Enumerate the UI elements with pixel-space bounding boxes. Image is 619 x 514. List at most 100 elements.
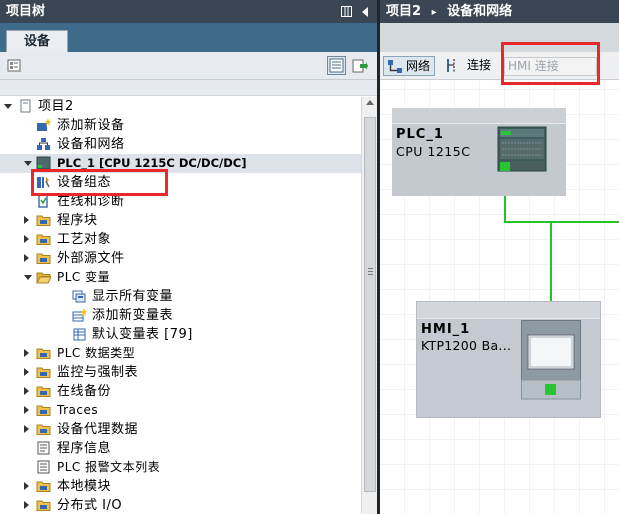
- plc-module-icon: [497, 126, 547, 172]
- folder-icon: [36, 498, 51, 512]
- network-view-button[interactable]: 网络: [383, 56, 435, 76]
- alarm-text-icon: [36, 460, 51, 474]
- expanded-arrow-icon[interactable]: [4, 104, 12, 109]
- tag-table-icon: [72, 327, 87, 341]
- devices-networks-editor: 项目2 ▸ 设备和网络 网络 连接 HMI 连接 PLC_1 CPU 1215C…: [380, 0, 619, 514]
- tree-item[interactable]: 本地模块: [0, 477, 361, 496]
- breadcrumb-project: 项目2: [386, 4, 422, 19]
- tree-item[interactable]: PLC 报警文本列表: [0, 458, 361, 477]
- tree-item[interactable]: 设备和网络: [0, 135, 361, 154]
- tree-item[interactable]: 项目2: [0, 97, 361, 116]
- tree-scrollbar[interactable]: [361, 97, 377, 514]
- hmi-panel-icon: [521, 320, 581, 400]
- tree-item-label: 项目2: [38, 99, 74, 114]
- tree-item[interactable]: 程序信息: [0, 439, 361, 458]
- properties-icon[interactable]: [5, 56, 24, 75]
- tree-item[interactable]: PLC_1 [CPU 1215C DC/DC/DC]: [0, 154, 361, 173]
- folder-icon: [36, 232, 51, 246]
- device-config-icon: [36, 175, 51, 189]
- collapse-panel-icon[interactable]: [361, 0, 369, 23]
- tree-item[interactable]: 设备代理数据: [0, 420, 361, 439]
- collapsed-arrow-icon[interactable]: [24, 368, 29, 376]
- editor-view-tabbar: [380, 23, 619, 52]
- tree-item[interactable]: PLC 数据类型: [0, 344, 361, 363]
- tab-devices[interactable]: 设备: [6, 30, 68, 52]
- tree-item-label: PLC 变量: [57, 270, 111, 284]
- tree-item-label: 在线和诊断: [57, 194, 125, 209]
- collapsed-arrow-icon[interactable]: [24, 406, 29, 414]
- project-tree-tabbar: 设备: [0, 23, 377, 52]
- collapsed-arrow-icon[interactable]: [24, 387, 29, 395]
- show-tags-icon: [72, 289, 87, 303]
- tree-item-label: 程序信息: [57, 441, 112, 456]
- tree-item[interactable]: 程序块: [0, 211, 361, 230]
- program-info-icon: [36, 441, 51, 455]
- expanded-arrow-icon[interactable]: [24, 161, 32, 166]
- breadcrumb-view: 设备和网络: [447, 4, 513, 19]
- tree-item[interactable]: Traces: [0, 401, 361, 420]
- collapsed-arrow-icon[interactable]: [24, 482, 29, 490]
- collapsed-arrow-icon[interactable]: [24, 425, 29, 433]
- tree-item[interactable]: 在线备份: [0, 382, 361, 401]
- export-icon[interactable]: [350, 56, 369, 75]
- scroll-thumb[interactable]: [364, 117, 376, 492]
- tree-item[interactable]: PLC 变量: [0, 268, 361, 287]
- scroll-grip-icon: [368, 268, 373, 275]
- tree-item-label: 在线备份: [57, 384, 112, 399]
- tree-item-label: 显示所有变量: [92, 289, 174, 304]
- tree-item-label: 设备组态: [57, 175, 112, 190]
- network-button-label: 网络: [406, 59, 431, 73]
- network-canvas[interactable]: PLC_1 CPU 1215C HMI_1 KTP1200 Ba...: [380, 81, 619, 514]
- tree-item[interactable]: 在线和诊断: [0, 192, 361, 211]
- tree-item[interactable]: 设备组态: [0, 173, 361, 192]
- folder-icon: [36, 213, 51, 227]
- editor-title-bar: 项目2 ▸ 设备和网络: [380, 0, 619, 23]
- tree-item-label: 本地模块: [57, 479, 112, 494]
- online-diagnostics-icon: [36, 194, 51, 208]
- project-tree-toolbar: [0, 52, 377, 80]
- collapsed-arrow-icon[interactable]: [24, 235, 29, 243]
- panel-layout-icon[interactable]: [341, 0, 352, 23]
- folder-icon: [36, 422, 51, 436]
- add-tag-table-icon: [72, 308, 87, 322]
- network-icon: [388, 60, 402, 73]
- hmi-device-card[interactable]: HMI_1 KTP1200 Ba...: [416, 301, 601, 418]
- project-icon: [18, 99, 33, 113]
- collapsed-arrow-icon[interactable]: [24, 216, 29, 224]
- tree-item[interactable]: 分布式 I/O: [0, 496, 361, 514]
- tree-item[interactable]: 添加新设备: [0, 116, 361, 135]
- tree-item[interactable]: 显示所有变量: [0, 287, 361, 306]
- add-device-icon: [36, 118, 51, 132]
- expanded-arrow-icon[interactable]: [24, 275, 32, 280]
- editor-toolbar: 网络 连接 HMI 连接: [380, 52, 619, 80]
- plc-device-type: CPU 1215C: [396, 144, 471, 159]
- connections-button[interactable]: 连接: [441, 56, 499, 76]
- hmi-device-name: HMI_1: [421, 322, 471, 337]
- plc-device-card[interactable]: PLC_1 CPU 1215C: [392, 108, 566, 196]
- hmi-device-type: KTP1200 Ba...: [421, 338, 512, 353]
- tree-item[interactable]: 监控与强制表: [0, 363, 361, 382]
- tree-item-label: PLC 报警文本列表: [57, 460, 161, 474]
- connection-type-select[interactable]: HMI 连接: [504, 57, 597, 76]
- overview-view-icon[interactable]: [327, 56, 346, 75]
- project-tree-panel: 项目树 设备 项目2 添加新设备设备和网络 PLC_1 [CPU 1215C DC/…: [0, 0, 377, 514]
- scroll-up-icon[interactable]: [366, 100, 374, 105]
- tree-item[interactable]: 外部源文件: [0, 249, 361, 268]
- tree-item[interactable]: 默认变量表 [79]: [0, 325, 361, 344]
- collapsed-arrow-icon[interactable]: [24, 254, 29, 262]
- collapsed-arrow-icon[interactable]: [24, 349, 29, 357]
- tree-column-header: [0, 80, 377, 96]
- project-tree-title-bar: 项目树: [0, 0, 377, 23]
- tree-item-label: 外部源文件: [57, 251, 125, 266]
- tree-item-label: 设备代理数据: [57, 422, 139, 437]
- collapsed-arrow-icon[interactable]: [24, 501, 29, 509]
- tree-item-label: 程序块: [57, 213, 98, 228]
- tree-item-label: 设备和网络: [57, 137, 125, 152]
- folder-icon: [36, 479, 51, 493]
- tree-item[interactable]: 工艺对象: [0, 230, 361, 249]
- plc-device-name: PLC_1: [396, 127, 444, 142]
- tree-item[interactable]: 添加新变量表: [0, 306, 361, 325]
- connections-button-label: 连接: [467, 58, 492, 72]
- tree-item-label: 添加新变量表: [92, 308, 174, 323]
- breadcrumb-separator-icon: ▸: [431, 7, 437, 18]
